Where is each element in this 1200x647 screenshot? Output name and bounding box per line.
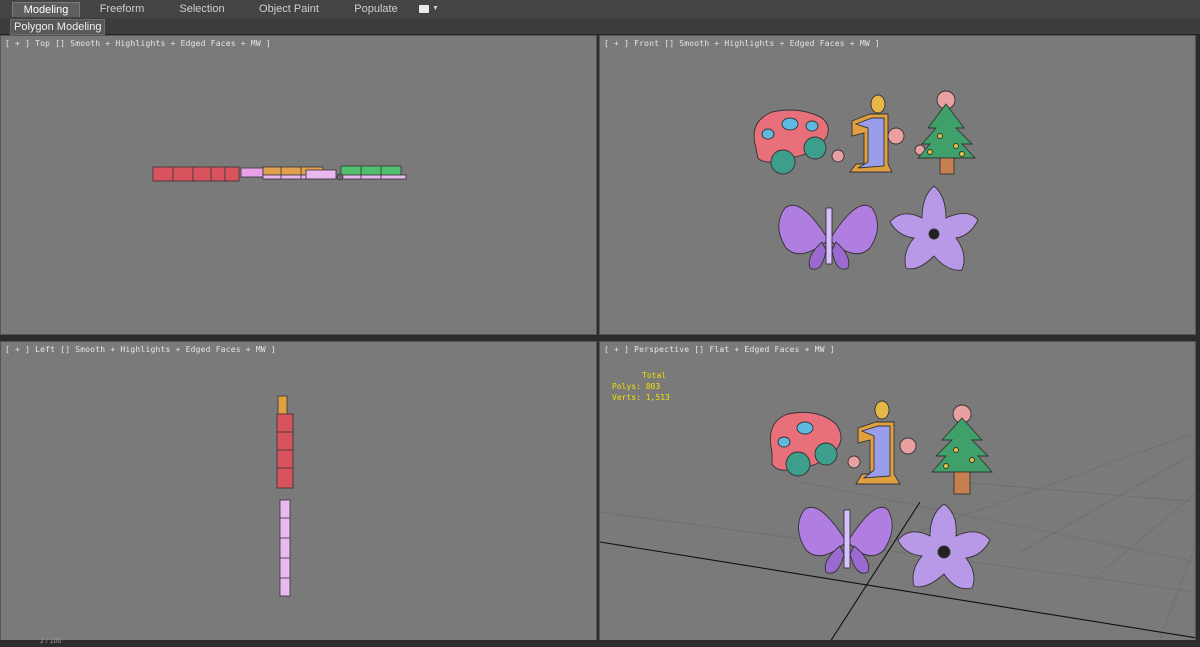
number-one-model-persp [855, 400, 901, 485]
tab-freeform[interactable]: Freeform [88, 2, 156, 17]
flower-model [889, 185, 979, 271]
flower-top-mesh [305, 169, 337, 180]
tab-modeling[interactable]: Modeling [12, 2, 80, 17]
ground-grid [600, 432, 1195, 639]
viewport-label-front[interactable]: [ + ] Front [] Smooth + Highlights + Edg… [604, 39, 880, 48]
butterfly-model [778, 204, 878, 270]
viewport-left[interactable]: [ + ] Left [] Smooth + Highlights + Edge… [0, 341, 597, 641]
butterfly-side-mesh [279, 499, 291, 597]
polygon-modeling-panel[interactable]: Polygon Modeling [10, 19, 106, 35]
stats-polys: Polys: 803 [612, 382, 661, 391]
car-side-mesh [276, 413, 294, 489]
ground-axis-x [600, 541, 1195, 639]
ribbon-options-dropdown[interactable]: ▼ [417, 4, 441, 15]
wheel-top-mesh [336, 173, 344, 181]
tree-model-persp [931, 417, 993, 495]
ribbon-options-icon [419, 5, 429, 13]
viewport-label-top[interactable]: [ + ] Top [] Smooth + Highlights + Edged… [5, 39, 271, 48]
butterfly-top-mesh [240, 167, 264, 178]
viewport-label-perspective[interactable]: [ + ] Perspective [] Flat + Edged Faces … [604, 345, 835, 354]
viewport-top[interactable]: [ + ] Top [] Smooth + Highlights + Edged… [0, 35, 597, 335]
tree-model [917, 103, 977, 175]
stats-verts: Verts: 1,513 [612, 393, 670, 402]
number-side-mesh [277, 395, 288, 415]
ribbon-tab-bar: Modeling Freeform Selection Object Paint… [0, 0, 1200, 19]
butterfly-model-persp [798, 506, 893, 574]
ribbon-panel: Polygon Modeling [0, 18, 1200, 35]
stats-header: Total [642, 371, 667, 380]
top-view-scene [152, 165, 407, 182]
tree-top-mesh [340, 165, 402, 176]
time-slider-readout[interactable]: 2 / 100 [40, 638, 61, 645]
tab-object-paint[interactable]: Object Paint [252, 2, 326, 17]
tab-populate[interactable]: Populate [342, 2, 410, 17]
car-top-mesh [152, 166, 240, 182]
flower-model-persp [897, 503, 991, 590]
chevron-down-icon: ▼ [432, 5, 439, 12]
car-model-persp [769, 411, 842, 477]
tab-selection[interactable]: Selection [168, 2, 236, 17]
viewport-perspective[interactable]: [ + ] Perspective [] Flat + Edged Faces … [599, 341, 1196, 641]
car-model [753, 109, 829, 175]
number-one-model [849, 94, 893, 173]
viewport-label-left[interactable]: [ + ] Left [] Smooth + Highlights + Edge… [5, 345, 276, 354]
perspective-view-scene [600, 400, 1195, 640]
viewport-front[interactable]: [ + ] Front [] Smooth + Highlights + Edg… [599, 35, 1196, 335]
left-view-scene [276, 395, 294, 597]
status-bar: 2 / 100 [0, 638, 1200, 647]
scene-statistics: Total Polys: 803 Verts: 1,513 [612, 370, 670, 403]
front-view-scene [753, 90, 979, 271]
